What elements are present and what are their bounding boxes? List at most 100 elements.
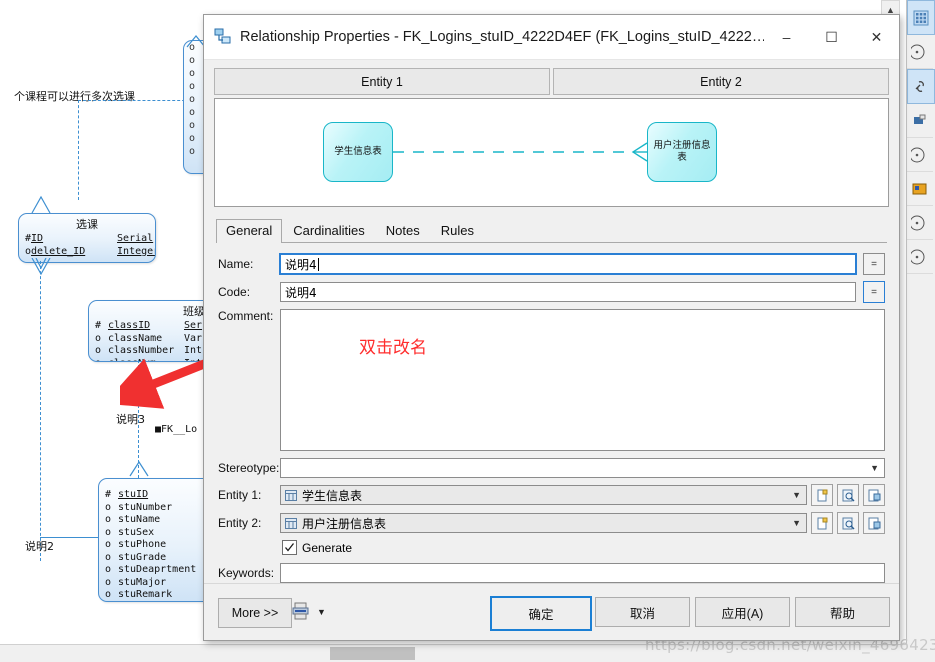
- name-row: Name: 说明4 =: [218, 253, 885, 275]
- entity2-row: Entity 2: 用户注册信息表 ▼: [218, 512, 885, 534]
- entity1-new-button[interactable]: [811, 484, 833, 506]
- entity-attribute-row: o stuPhone: [105, 539, 167, 550]
- connector-line: [78, 100, 200, 101]
- preview-entity-1[interactable]: 学生信息表: [323, 122, 393, 182]
- entity2-find-button[interactable]: [837, 512, 859, 534]
- entity-attribute-row: o stuDeaprtment: [105, 564, 197, 575]
- name-input[interactable]: 说明4: [279, 253, 857, 275]
- tab-cardinalities[interactable]: Cardinalities: [283, 219, 375, 242]
- entity2-properties-button[interactable]: [863, 512, 885, 534]
- entity1-properties-button[interactable]: [863, 484, 885, 506]
- toolbar-link-icon[interactable]: [907, 69, 935, 104]
- toolbar-circle-icon-4[interactable]: [907, 240, 933, 274]
- generate-checkbox[interactable]: [282, 540, 297, 555]
- table-icon: [285, 489, 297, 501]
- maximize-button[interactable]: ☐: [809, 15, 854, 59]
- more-button[interactable]: More >>: [218, 598, 292, 628]
- keywords-input[interactable]: [280, 563, 885, 583]
- entity-preview-canvas[interactable]: 学生信息表 用户注册信息表: [214, 98, 889, 207]
- app-right-toolbar[interactable]: [906, 0, 935, 662]
- keywords-label: Keywords:: [218, 566, 275, 580]
- cancel-button[interactable]: 取消: [595, 597, 690, 627]
- diagram-entity-student[interactable]: # stuID o stuNumber o stuName o stuSex o stuP…: [98, 478, 218, 602]
- entity1-select[interactable]: 学生信息表 ▼: [280, 485, 807, 505]
- entity1-header: Entity 1: [214, 68, 550, 95]
- ok-button[interactable]: 确定: [490, 596, 592, 631]
- entity-attribute-row: o stuNumber: [105, 501, 173, 513]
- entity-preview-panel: Entity 1 Entity 2 学生信息表 用户注册信息表: [214, 68, 889, 207]
- apply-button[interactable]: 应用(A): [695, 597, 790, 627]
- dialog-footer: More >> ▼ 确定 取消 应用(A) 帮助: [204, 583, 899, 640]
- tab-general[interactable]: General: [216, 219, 283, 243]
- stereotype-label: Stereotype:: [218, 461, 280, 475]
- crowfoot-marker: [31, 258, 51, 276]
- entity-title: 班级: [183, 305, 205, 318]
- minimize-button[interactable]: –: [764, 15, 809, 59]
- general-tab-form: Name: 说明4 = Code: 说明4 = Comment: 双击改名 St…: [204, 243, 899, 583]
- entity2-label: Entity 2:: [218, 516, 262, 530]
- entity2-select[interactable]: 用户注册信息表 ▼: [280, 513, 807, 533]
- code-row: Code: 说明4 =: [218, 281, 885, 303]
- entity1-find-button[interactable]: [837, 484, 859, 506]
- connector-line: [40, 261, 41, 561]
- entity-attribute-row: o stuRemark: [105, 589, 173, 600]
- diagram-note-top: 个课程可以进行多次选课: [14, 90, 135, 103]
- preview-entity-2[interactable]: 用户注册信息表: [647, 122, 717, 182]
- table-icon: [285, 517, 297, 529]
- stereotype-select[interactable]: ▼: [280, 458, 885, 478]
- tab-rules[interactable]: Rules: [431, 219, 484, 242]
- toolbar-circle-icon-2[interactable]: [907, 138, 933, 172]
- preview-connector: [393, 142, 648, 162]
- dialog-title: Relationship Properties - FK_Logins_stuI…: [240, 29, 764, 45]
- entity-attribute-row: o stuSex: [105, 526, 155, 538]
- comment-row: Comment: 双击改名: [218, 309, 885, 451]
- dialog-tabs[interactable]: General Cardinalities Notes Rules: [216, 219, 887, 243]
- relationship-properties-dialog[interactable]: Relationship Properties - FK_Logins_stuI…: [203, 14, 900, 641]
- text-caret: [317, 257, 319, 271]
- horizontal-scrollbar-thumb[interactable]: [330, 647, 415, 660]
- toolbar-circle-icon-1[interactable]: [907, 35, 933, 69]
- relationship-icon: [214, 28, 231, 44]
- chevron-down-icon: ▼: [792, 518, 801, 528]
- generate-label: Generate: [302, 540, 353, 555]
- comment-textarea[interactable]: 双击改名: [280, 309, 885, 451]
- comment-annotation-text: 双击改名: [359, 338, 427, 358]
- close-button[interactable]: ✕: [854, 15, 899, 59]
- diagram-entity-xuanke[interactable]: 选课 # ID Serial o delete_ID Integer: [18, 213, 156, 263]
- crowfoot-marker: [129, 460, 149, 477]
- print-report-icon[interactable]: [292, 600, 314, 622]
- toolbar-window-icon[interactable]: [907, 104, 933, 138]
- tab-notes[interactable]: Notes: [376, 219, 430, 242]
- entity2-header: Entity 2: [553, 68, 889, 95]
- entity-attribute-row: o stuGrade: [105, 551, 167, 563]
- chevron-down-icon: ▼: [870, 463, 879, 473]
- entity-attribute-row: # ID Serial: [25, 233, 154, 244]
- entity-attribute-row: o classNum Int: [89, 358, 211, 362]
- toolbar-grid-icon[interactable]: [907, 0, 935, 35]
- entity-title: 选课: [76, 218, 98, 231]
- diagram-entity-banji[interactable]: 班级 # classID Ser o className Var o class…: [88, 300, 212, 362]
- help-button[interactable]: 帮助: [795, 597, 890, 627]
- connector-line: [78, 100, 79, 200]
- relationship-label-3: 说明3: [116, 413, 145, 426]
- name-equals-button[interactable]: =: [863, 253, 885, 275]
- entity-attribute-row: o delete_ID Integer: [25, 245, 156, 257]
- entity-attribute-row: o stuMajor: [105, 576, 167, 588]
- chevron-down-icon: ▼: [792, 490, 801, 500]
- entity2-new-button[interactable]: [811, 512, 833, 534]
- code-equals-button[interactable]: =: [863, 281, 885, 303]
- toolbar-circle-icon-3[interactable]: [907, 206, 933, 240]
- entity1-row: Entity 1: 学生信息表 ▼: [218, 484, 885, 506]
- crowfoot-marker: [31, 195, 51, 214]
- code-input[interactable]: 说明4: [280, 282, 856, 302]
- entity-attribute-row: o className Var: [95, 332, 203, 344]
- print-dropdown-caret[interactable]: ▼: [317, 607, 326, 617]
- code-label: Code:: [218, 285, 251, 299]
- keywords-row: Keywords:: [218, 563, 885, 583]
- dialog-titlebar[interactable]: Relationship Properties - FK_Logins_stuI…: [204, 15, 899, 60]
- entity-attribute-row: o classNumber Int: [95, 345, 203, 356]
- generate-row: Generate: [282, 540, 885, 555]
- toolbar-package-icon[interactable]: [907, 172, 933, 206]
- comment-label: Comment:: [218, 309, 274, 323]
- name-label: Name:: [218, 257, 254, 271]
